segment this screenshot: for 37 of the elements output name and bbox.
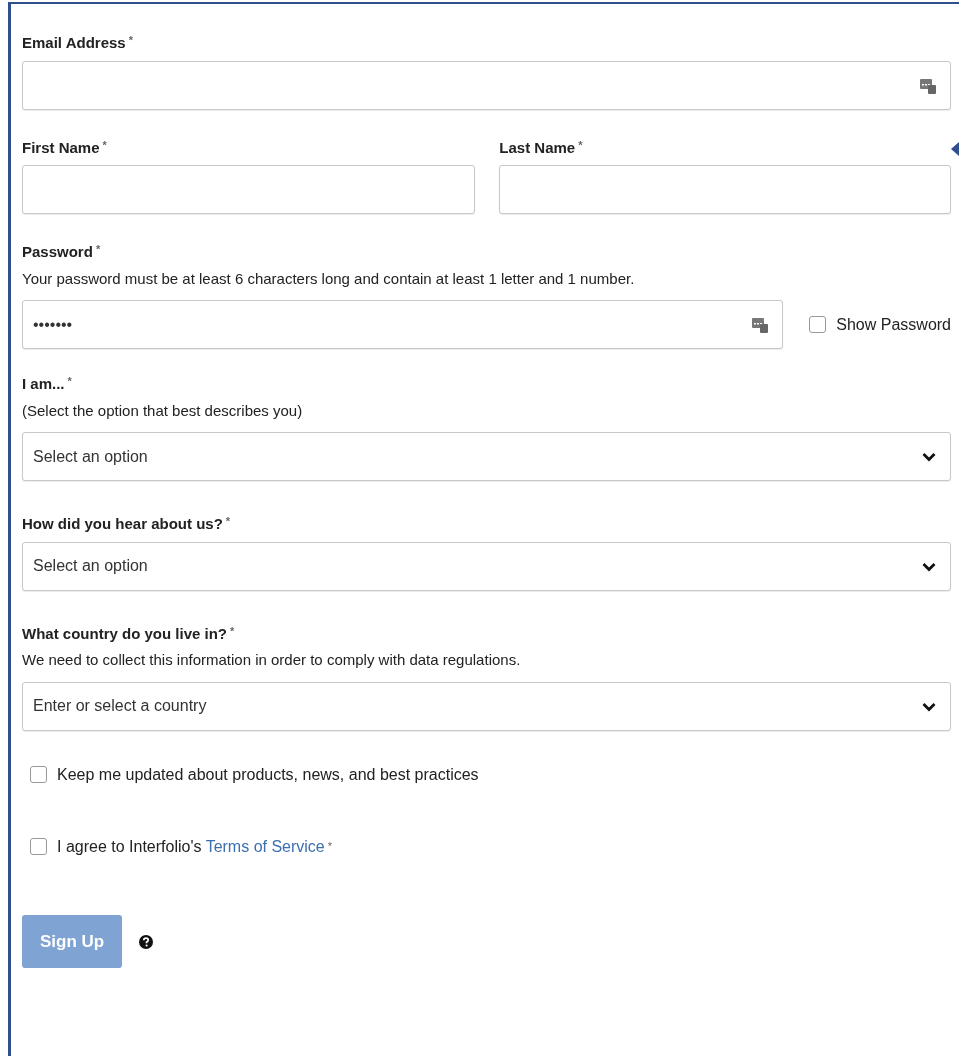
select-dropdown[interactable]: Select an option [22, 541, 951, 591]
checkbox-label: I agree to Interfolio's Terms of Service [57, 836, 325, 857]
field-label: First Name [22, 137, 100, 158]
required-mark: * [578, 137, 583, 153]
checkbox-label: Keep me updated about products, news, and best practices [57, 764, 479, 785]
required-mark: * [230, 623, 235, 639]
required-mark: * [95, 242, 101, 257]
triangle-icon [951, 141, 959, 156]
text-field[interactable]: ••••••• [22, 300, 784, 349]
checkbox[interactable] [30, 838, 47, 855]
chevron-down-icon [922, 452, 936, 463]
required-mark: * [327, 839, 333, 855]
terms-link[interactable]: Terms of Service [205, 837, 325, 855]
text-field[interactable] [22, 60, 951, 110]
checkbox[interactable] [809, 316, 827, 333]
field-label: What country do you live in? [22, 623, 227, 644]
field-label: How did you hear about us? [22, 514, 223, 534]
required-mark: * [67, 374, 72, 389]
field-label: Password [22, 242, 93, 262]
select-dropdown[interactable]: Enter or select a country [22, 681, 951, 731]
help-text: We need to collect this information in order to comply with data regulations. [22, 650, 522, 670]
required-mark: * [225, 514, 231, 529]
chevron-down-icon [922, 701, 936, 712]
required-mark: * [128, 33, 133, 48]
required-mark: * [102, 137, 107, 153]
select-dropdown[interactable]: Select an option [22, 432, 951, 481]
chevron-down-icon [922, 561, 936, 572]
help-icon[interactable] [139, 935, 154, 949]
help-text: (Select the option that best describes you) [22, 400, 304, 421]
text-field[interactable] [22, 165, 476, 214]
text-field[interactable] [499, 165, 951, 214]
field-label: I am... [22, 374, 65, 394]
field-label: Last Name [499, 137, 576, 158]
field-label: Email Address [22, 33, 126, 53]
checkbox-label: Show Password [836, 314, 951, 335]
checkbox[interactable] [30, 766, 47, 783]
help-text: Your password must be at least 6 characters long and contain at least 1 letter and 1 number. [22, 268, 636, 289]
